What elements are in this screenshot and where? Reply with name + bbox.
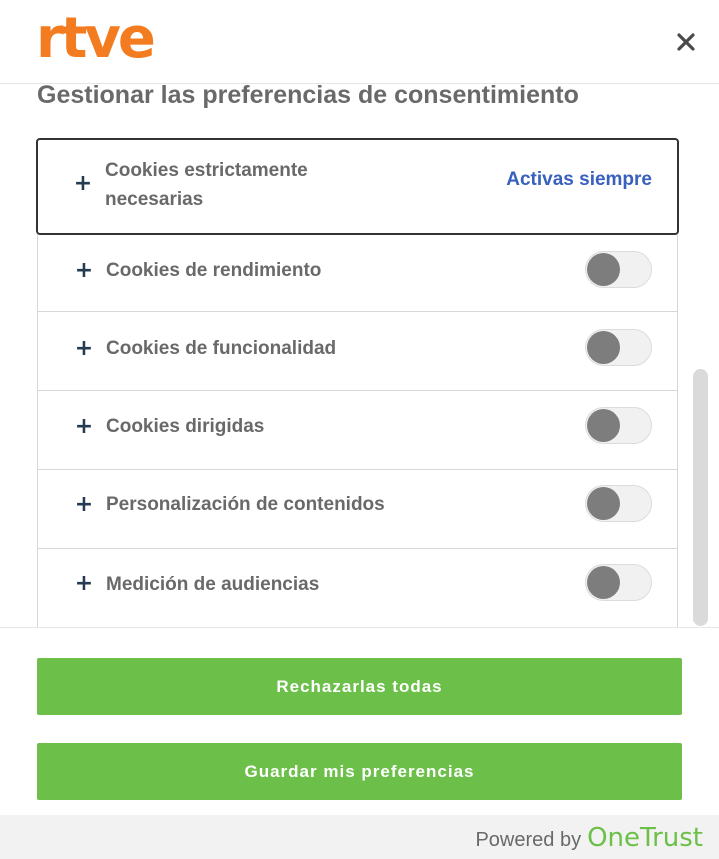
toggle-knob	[587, 487, 620, 520]
category-label: Cookies de funcionalidad	[106, 338, 337, 359]
toggle-knob	[587, 253, 620, 286]
accordion-content-personalization[interactable]: + Personalización de contenidos	[37, 470, 678, 549]
category-label: Cookies dirigidas	[106, 416, 265, 437]
footer: Powered by OneTrust	[0, 815, 719, 859]
reject-all-button[interactable]: Rechazarlas todas	[37, 658, 682, 715]
toggle-switch[interactable]	[585, 485, 652, 522]
accordion-targeting[interactable]: + Cookies dirigidas	[37, 391, 678, 470]
accordion-audience-measurement[interactable]: + Medición de audiencias	[37, 549, 678, 627]
category-label: Cookies de rendimiento	[106, 260, 322, 281]
close-icon	[677, 33, 695, 51]
toggle-knob	[587, 331, 620, 364]
toggle-knob	[587, 409, 620, 442]
rtve-logo: rtve	[36, 4, 156, 74]
toggle-switch[interactable]	[585, 329, 652, 366]
accordion-performance[interactable]: + Cookies de rendimiento	[37, 235, 678, 312]
powered-by-text: Powered by	[475, 829, 582, 851]
scrollbar-thumb[interactable]	[693, 369, 708, 626]
toggle-knob	[587, 566, 620, 599]
onetrust-logo: OneTrust	[587, 823, 703, 853]
panel-title: Gestionar las preferencias de consentimi…	[37, 84, 579, 109]
expand-plus-icon[interactable]: +	[73, 173, 93, 195]
toggle-switch[interactable]	[585, 564, 652, 601]
preferences-scroll-area[interactable]: Gestionar las preferencias de consentimi…	[0, 84, 719, 628]
always-active-status: Activas siempre	[506, 169, 652, 190]
expand-plus-icon[interactable]: +	[74, 338, 94, 360]
category-label: Cookies estrictamente necesarias	[105, 160, 308, 210]
expand-plus-icon[interactable]: +	[74, 416, 94, 438]
toggle-switch[interactable]	[585, 407, 652, 444]
category-label: Personalización de contenidos	[106, 494, 385, 515]
save-preferences-button[interactable]: Guardar mis preferencias	[37, 743, 682, 800]
powered-by-onetrust[interactable]: Powered by OneTrust	[475, 823, 703, 853]
expand-plus-icon[interactable]: +	[74, 573, 94, 595]
logo-text: rtve	[36, 6, 156, 71]
accordion-functionality[interactable]: + Cookies de funcionalidad	[37, 312, 678, 391]
toggle-switch[interactable]	[585, 251, 652, 288]
close-button[interactable]	[672, 28, 700, 56]
expand-plus-icon[interactable]: +	[74, 494, 94, 516]
category-label: Medición de audiencias	[106, 574, 320, 595]
accordion-strictly-necessary[interactable]: + Cookies estrictamente necesarias Activ…	[36, 138, 679, 235]
header: rtve	[0, 0, 719, 84]
expand-plus-icon[interactable]: +	[74, 260, 94, 282]
